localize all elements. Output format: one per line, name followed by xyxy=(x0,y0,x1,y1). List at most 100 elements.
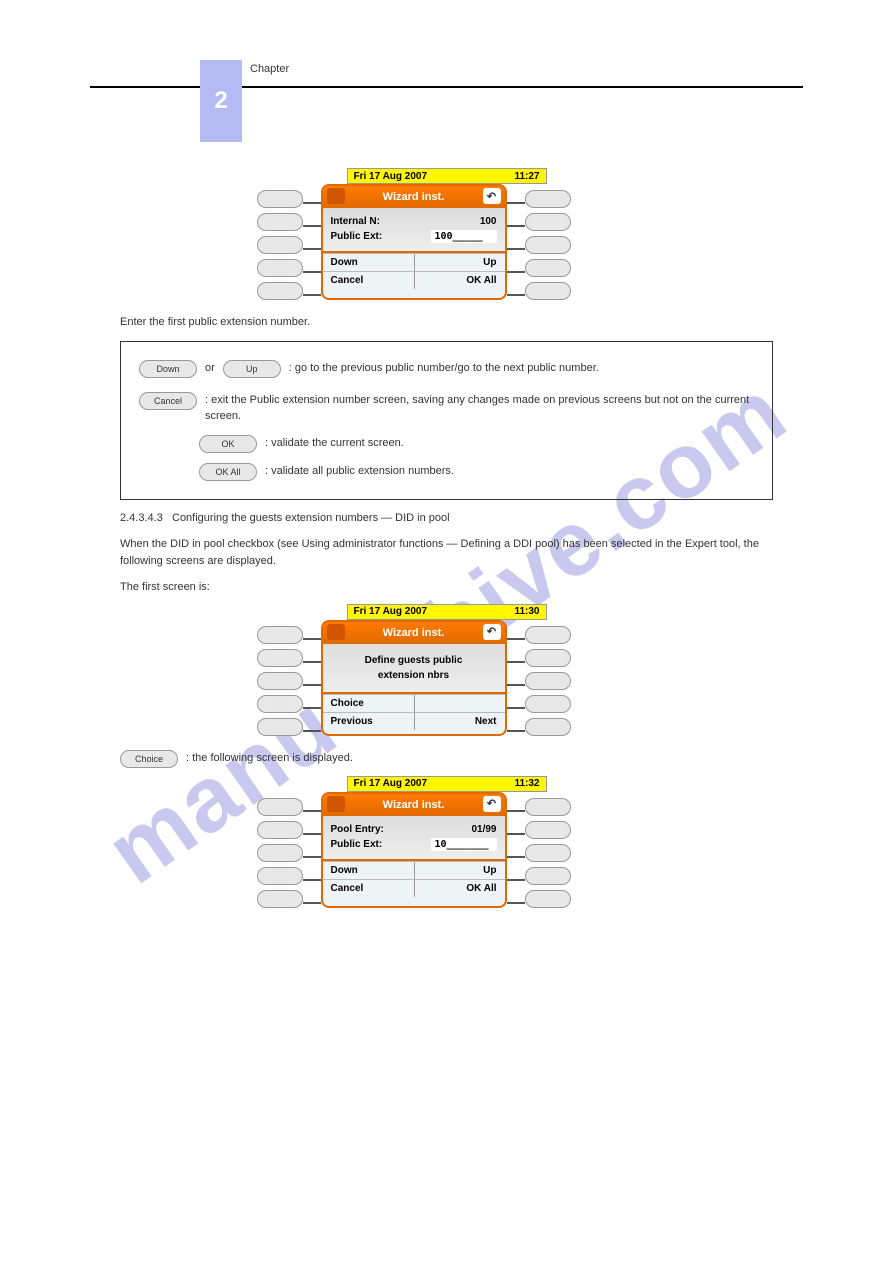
phone-time: 11:32 xyxy=(514,778,539,789)
soft-key[interactable] xyxy=(525,236,571,254)
wizard-icon xyxy=(327,188,345,204)
phone-date: Fri 17 Aug 2007 xyxy=(354,171,428,182)
phone-time: 11:27 xyxy=(514,171,539,182)
back-icon: ↶ xyxy=(483,796,501,812)
soft-key[interactable] xyxy=(257,695,303,713)
soft-key[interactable] xyxy=(257,798,303,816)
soft-key[interactable] xyxy=(525,649,571,667)
soft-next-label: Next xyxy=(475,716,497,727)
back-icon: ↶ xyxy=(483,188,501,204)
soft-key[interactable] xyxy=(525,844,571,862)
soft-key[interactable] xyxy=(257,821,303,839)
soft-up-label: Up xyxy=(483,257,496,268)
phone-screen: Wizard inst. ↶ Internal N: 100 Public Ex… xyxy=(321,184,507,300)
phone-status-bar: Fri 17 Aug 2007 11:27 xyxy=(347,168,547,184)
soft-key[interactable] xyxy=(257,626,303,644)
soft-keys-right xyxy=(507,620,571,736)
screen-title-bar: Wizard inst. ↶ xyxy=(323,186,505,208)
phone-time: 11:30 xyxy=(514,606,539,617)
pool-entry-value: 01/99 xyxy=(471,824,496,835)
soft-cancel-label: Cancel xyxy=(331,883,364,894)
soft-key[interactable] xyxy=(525,626,571,644)
phone-mock-2: Fri 17 Aug 2007 11:30 Wizard inst. ↶ xyxy=(257,604,637,736)
soft-key[interactable] xyxy=(257,672,303,690)
soft-key[interactable] xyxy=(525,282,571,300)
phone-date: Fri 17 Aug 2007 xyxy=(354,778,428,789)
pool-entry-label: Pool Entry: xyxy=(331,824,384,835)
cancel-button[interactable]: Cancel xyxy=(139,392,197,410)
msg-line-2: extension nbrs xyxy=(331,668,497,683)
screen-title: Wizard inst. xyxy=(383,799,445,811)
phone-mock-3: Fri 17 Aug 2007 11:32 Wizard inst. ↶ xyxy=(257,776,637,908)
soft-key[interactable] xyxy=(257,890,303,908)
public-ext-input[interactable]: 100_____ xyxy=(431,230,497,243)
section-title: Configuring the guests extension numbers… xyxy=(172,512,450,524)
cancel-desc: : exit the Public extension number scree… xyxy=(205,392,754,425)
screen-title-bar: Wizard inst. ↶ xyxy=(323,794,505,816)
or-text: or xyxy=(205,360,215,377)
soft-key[interactable] xyxy=(525,213,571,231)
soft-up-label: Up xyxy=(483,865,496,876)
soft-key[interactable] xyxy=(525,259,571,277)
soft-key[interactable] xyxy=(257,649,303,667)
section-heading: 2.4.3.4.3 Configuring the guests extensi… xyxy=(120,510,773,527)
phone-status-bar: Fri 17 Aug 2007 11:32 xyxy=(347,776,547,792)
soft-down-label: Down xyxy=(331,257,358,268)
soft-key[interactable] xyxy=(257,236,303,254)
soft-down-label: Down xyxy=(331,865,358,876)
wizard-icon xyxy=(327,796,345,812)
soft-choice-label: Choice xyxy=(331,698,364,709)
first-screen-para: The first screen is: xyxy=(120,579,773,596)
ok-desc: : validate the current screen. xyxy=(265,435,404,452)
soft-previous-label: Previous xyxy=(331,716,373,727)
soft-key[interactable] xyxy=(525,798,571,816)
choice-button[interactable]: Choice xyxy=(120,750,178,768)
msg-line-1: Define guests public xyxy=(331,653,497,668)
pool-para: When the DID in pool checkbox (see Using… xyxy=(120,536,773,569)
screen-title-bar: Wizard inst. ↶ xyxy=(323,622,505,644)
internal-n-value: 100 xyxy=(480,216,497,227)
soft-key[interactable] xyxy=(525,695,571,713)
chapter-number: 2 xyxy=(214,87,227,115)
enter-first-para: Enter the first public extension number. xyxy=(120,314,773,331)
phone-screen: Wizard inst. ↶ Pool Entry: 01/99 Public … xyxy=(321,792,507,908)
screen-title: Wizard inst. xyxy=(383,627,445,639)
down-button[interactable]: Down xyxy=(139,360,197,378)
soft-key[interactable] xyxy=(257,259,303,277)
soft-key[interactable] xyxy=(257,844,303,862)
down-up-desc: : go to the previous public number/go to… xyxy=(289,360,599,377)
soft-key[interactable] xyxy=(525,672,571,690)
screen-title: Wizard inst. xyxy=(383,191,445,203)
soft-key[interactable] xyxy=(525,718,571,736)
phone-date: Fri 17 Aug 2007 xyxy=(354,606,428,617)
back-icon: ↶ xyxy=(483,624,501,640)
chapter-label: Chapter xyxy=(250,63,289,75)
soft-okall-label: OK All xyxy=(466,275,496,286)
soft-key[interactable] xyxy=(525,821,571,839)
soft-key[interactable] xyxy=(257,718,303,736)
soft-keys-left xyxy=(257,792,321,908)
soft-key[interactable] xyxy=(257,867,303,885)
soft-key[interactable] xyxy=(257,213,303,231)
soft-key[interactable] xyxy=(525,867,571,885)
soft-key[interactable] xyxy=(257,190,303,208)
internal-n-label: Internal N: xyxy=(331,216,380,227)
soft-keys-right xyxy=(507,184,571,300)
ok-all-button[interactable]: OK All xyxy=(199,463,257,481)
public-ext-label: Public Ext: xyxy=(331,839,383,850)
soft-key[interactable] xyxy=(525,890,571,908)
choice-desc: : the following screen is displayed. xyxy=(186,750,353,767)
wizard-icon xyxy=(327,624,345,640)
soft-keys-left xyxy=(257,620,321,736)
soft-keys-left xyxy=(257,184,321,300)
soft-key[interactable] xyxy=(525,190,571,208)
soft-key[interactable] xyxy=(257,282,303,300)
public-ext-input[interactable]: 10_______ xyxy=(431,838,497,851)
action-box: Down or Up : go to the previous public n… xyxy=(120,341,773,500)
up-button[interactable]: Up xyxy=(223,360,281,378)
soft-okall-label: OK All xyxy=(466,883,496,894)
ok-button[interactable]: OK xyxy=(199,435,257,453)
phone-mock-1: Fri 17 Aug 2007 11:27 Wizard inst. ↶ xyxy=(257,168,637,300)
phone-screen: Wizard inst. ↶ Define guests public exte… xyxy=(321,620,507,736)
section-number: 2.4.3.4.3 xyxy=(120,512,163,524)
